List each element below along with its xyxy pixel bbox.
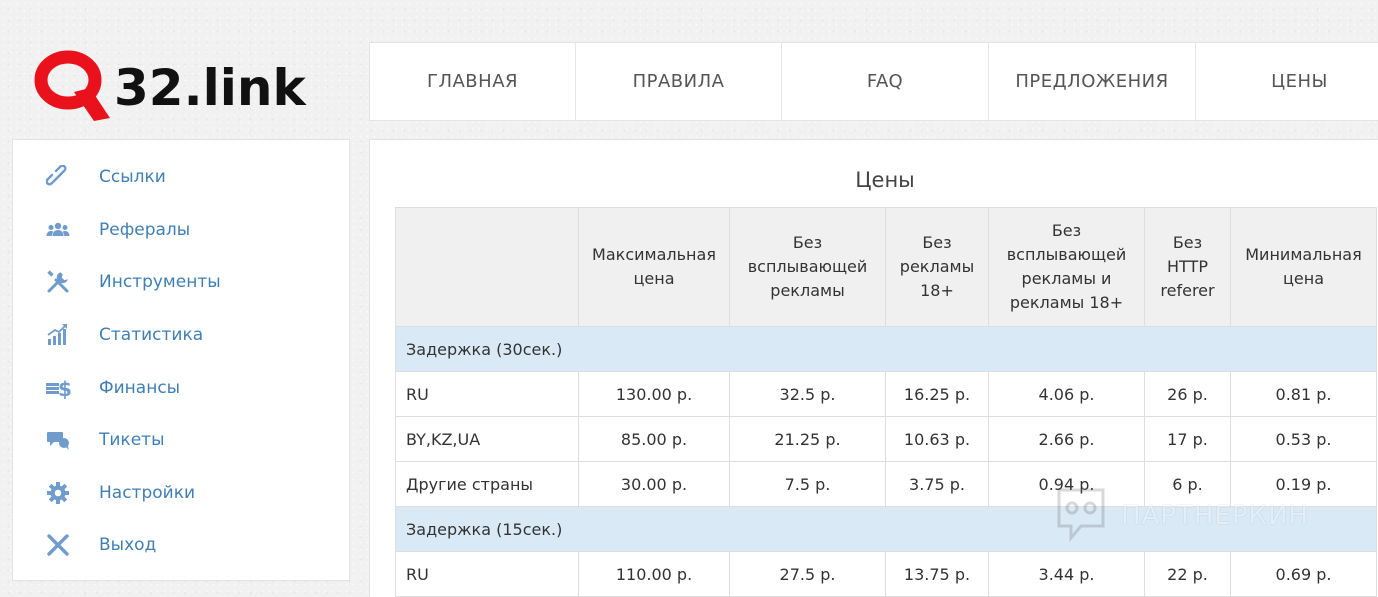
tickets-icon xyxy=(43,428,73,452)
gear-icon xyxy=(43,481,73,505)
sidebar-item-tools[interactable]: Инструменты xyxy=(13,256,349,309)
sidebar-item-finance[interactable]: $ Финансы xyxy=(13,361,349,414)
table-cell: 0.94 р. xyxy=(988,461,1145,507)
group-title: Задержка (30сек.) xyxy=(395,326,1377,372)
table-cell: 6 р. xyxy=(1144,461,1231,507)
table-cell: 22 р. xyxy=(1144,551,1231,597)
group-row: Задержка (30сек.) xyxy=(395,326,1377,372)
table-cell: 7.5 р. xyxy=(729,461,886,507)
table-cell: 17 р. xyxy=(1144,416,1231,462)
sidebar-item-links[interactable]: Ссылки xyxy=(13,151,349,204)
column-header xyxy=(395,207,579,327)
nav-offers[interactable]: ПРЕДЛОЖЕНИЯ xyxy=(989,43,1196,120)
table-cell: 16.25 р. xyxy=(885,371,989,417)
table-cell: 21.25 р. xyxy=(729,416,886,462)
table-cell: 0.69 р. xyxy=(1230,551,1377,597)
column-header: Минимальная цена xyxy=(1230,207,1377,327)
sidebar-item-label: Инструменты xyxy=(99,272,221,293)
sidebar-item-label: Статистика xyxy=(99,325,204,346)
sidebar-item-referrals[interactable]: Рефералы xyxy=(13,204,349,257)
table-cell: 3.44 р. xyxy=(988,551,1145,597)
main-content: Цены Максимальная цена Без всплывающей р… xyxy=(369,139,1378,597)
table-cell: 27.5 р. xyxy=(729,551,886,597)
site-logo[interactable]: 32.link xyxy=(34,38,324,122)
finance-icon: $ xyxy=(43,376,73,400)
column-header: Без всплывающей рекламы xyxy=(729,207,886,327)
sidebar-item-label: Тикеты xyxy=(99,430,165,451)
sidebar-item-logout[interactable]: Выход xyxy=(13,519,349,572)
tools-icon xyxy=(43,270,73,294)
table-cell: 110.00 р. xyxy=(578,551,730,597)
sidebar-item-label: Финансы xyxy=(99,377,181,398)
link-icon xyxy=(43,165,73,189)
table-cell: RU xyxy=(395,551,579,597)
table-cell: 10.63 р. xyxy=(885,416,989,462)
page-title: Цены xyxy=(855,168,915,192)
logo-text: 32.link xyxy=(114,59,306,117)
table-row: RU 110.00 р. 27.5 р. 13.75 р. 3.44 р. 22… xyxy=(395,551,1377,597)
column-header: Без рекламы 18+ xyxy=(885,207,989,327)
table-cell: 0.81 р. xyxy=(1230,371,1377,417)
nav-prices[interactable]: ЦЕНЫ xyxy=(1196,43,1378,120)
close-icon xyxy=(43,533,73,557)
table-cell: BY,KZ,UA xyxy=(395,416,579,462)
table-cell: RU xyxy=(395,371,579,417)
logo-q-mark xyxy=(34,48,116,122)
column-header: Без HTTP referer xyxy=(1144,207,1231,327)
nav-rules[interactable]: ПРАВИЛА xyxy=(576,43,782,120)
table-cell: 32.5 р. xyxy=(729,371,886,417)
table-cell: 130.00 р. xyxy=(578,371,730,417)
group-title: Задержка (15сек.) xyxy=(395,506,1377,552)
sidebar-item-label: Настройки xyxy=(99,482,196,503)
table-cell: 3.75 р. xyxy=(885,461,989,507)
sidebar-item-label: Рефералы xyxy=(99,219,191,240)
nav-home[interactable]: ГЛАВНАЯ xyxy=(370,43,576,120)
table-header-row: Максимальная цена Без всплывающей реклам… xyxy=(395,207,1377,327)
sidebar-item-label: Выход xyxy=(99,535,157,556)
sidebar-menu: Ссылки Рефералы Инструменты Статистика $… xyxy=(12,139,350,581)
column-header: Без всплывающей рекламы и рекламы 18+ xyxy=(988,207,1145,327)
prices-table: Максимальная цена Без всплывающей реклам… xyxy=(395,207,1377,597)
chart-icon xyxy=(43,323,73,347)
svg-text:$: $ xyxy=(58,377,71,399)
sidebar-item-label: Ссылки xyxy=(99,167,166,188)
sidebar-item-settings[interactable]: Настройки xyxy=(13,467,349,520)
top-navigation: ГЛАВНАЯ ПРАВИЛА FAQ ПРЕДЛОЖЕНИЯ ЦЕНЫ xyxy=(369,42,1378,121)
users-icon xyxy=(43,218,73,242)
table-cell: 0.19 р. xyxy=(1230,461,1377,507)
table-cell: 2.66 р. xyxy=(988,416,1145,462)
table-cell: 4.06 р. xyxy=(988,371,1145,417)
table-row: RU 130.00 р. 32.5 р. 16.25 р. 4.06 р. 26… xyxy=(395,371,1377,417)
sidebar-item-statistics[interactable]: Статистика xyxy=(13,309,349,362)
table-row: BY,KZ,UA 85.00 р. 21.25 р. 10.63 р. 2.66… xyxy=(395,416,1377,462)
nav-faq[interactable]: FAQ xyxy=(782,43,989,120)
table-cell: 0.53 р. xyxy=(1230,416,1377,462)
table-row: Другие страны 30.00 р. 7.5 р. 3.75 р. 0.… xyxy=(395,461,1377,507)
table-cell: 13.75 р. xyxy=(885,551,989,597)
table-cell: 26 р. xyxy=(1144,371,1231,417)
table-cell: 85.00 р. xyxy=(578,416,730,462)
group-row: Задержка (15сек.) xyxy=(395,506,1377,552)
column-header: Максимальная цена xyxy=(578,207,730,327)
table-cell: 30.00 р. xyxy=(578,461,730,507)
table-cell: Другие страны xyxy=(395,461,579,507)
sidebar-item-tickets[interactable]: Тикеты xyxy=(13,414,349,467)
